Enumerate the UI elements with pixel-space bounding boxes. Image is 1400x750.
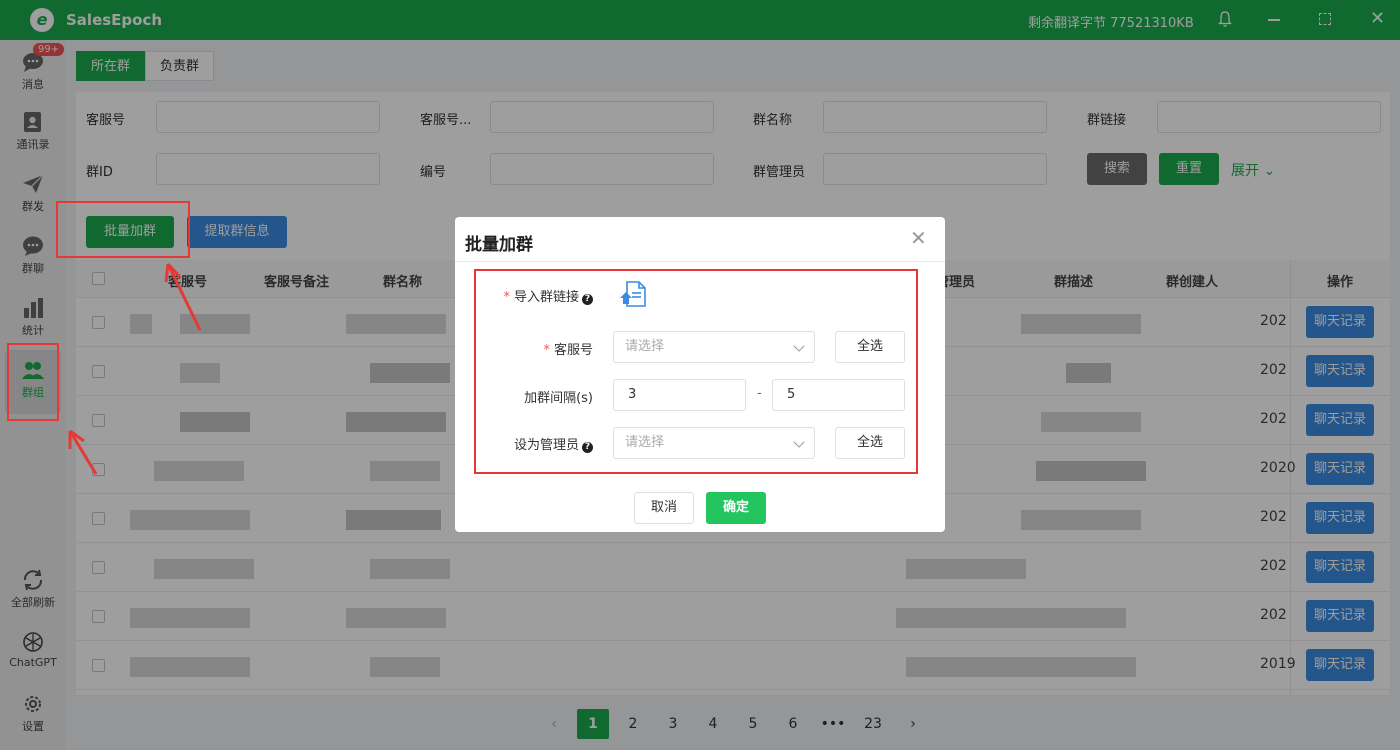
annotation-box-groups xyxy=(7,343,59,421)
admin-select[interactable]: 请选择 xyxy=(613,427,815,459)
interval-separator: - xyxy=(757,386,762,401)
agent-label: * 客服号 xyxy=(543,343,593,358)
batch-join-dialog: 批量加群 ✕ * 导入群链接? * 客服号 请选择 全选 加群间隔(s) 3 - 5… xyxy=(455,217,945,532)
agent-select-all-button[interactable]: 全选 xyxy=(835,331,905,363)
admin-select-all-button[interactable]: 全选 xyxy=(835,427,905,459)
set-admin-label: 设为管理员? xyxy=(495,434,593,453)
chevron-down-icon xyxy=(793,436,805,448)
agent-select[interactable]: 请选择 xyxy=(613,331,815,363)
divider xyxy=(455,261,945,262)
upload-file-icon[interactable] xyxy=(619,280,647,308)
interval-min-input[interactable]: 3 xyxy=(613,379,746,411)
chevron-down-icon xyxy=(793,340,805,352)
annotation-box-batch-join xyxy=(56,201,190,258)
help-icon[interactable]: ? xyxy=(582,442,593,453)
cancel-button[interactable]: 取消 xyxy=(634,492,694,524)
interval-label: 加群间隔(s) xyxy=(524,391,593,406)
help-icon[interactable]: ? xyxy=(582,294,593,305)
dialog-title: 批量加群 xyxy=(465,235,533,255)
close-icon[interactable]: ✕ xyxy=(910,226,927,250)
interval-max-input[interactable]: 5 xyxy=(772,379,905,411)
import-link-label: * 导入群链接? xyxy=(495,286,593,305)
confirm-button[interactable]: 确定 xyxy=(706,492,766,524)
